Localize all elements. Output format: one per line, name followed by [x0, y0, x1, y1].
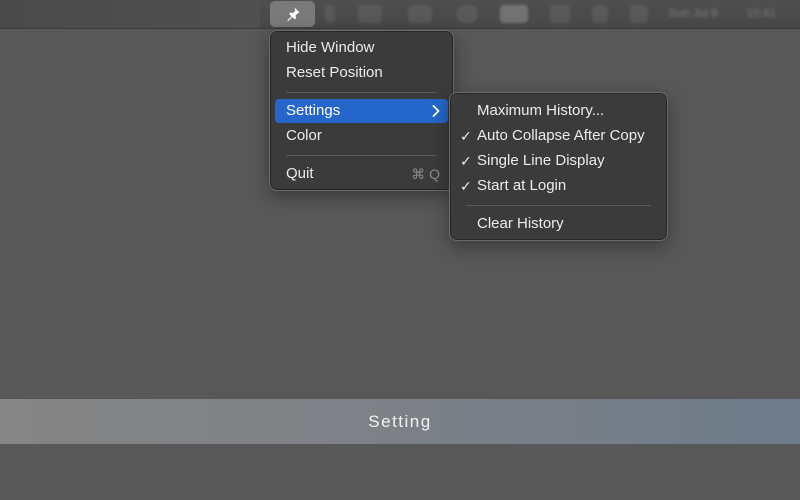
menu-item-hide-window[interactable]: Hide Window [275, 36, 448, 60]
menu-bar-app-area [0, 0, 260, 28]
submenu-item-single-line-display[interactable]: ✓ Single Line Display [455, 149, 662, 173]
status-dropdown-menu: Hide Window Reset Position Settings Colo… [269, 30, 454, 191]
display-icon[interactable] [500, 5, 528, 23]
submenu-item-clear-history[interactable]: Clear History [455, 212, 662, 236]
menu-separator [466, 205, 651, 206]
menu-item-quit[interactable]: Quit ⌘ Q [275, 162, 448, 186]
menu-item-label: Settings [286, 102, 341, 119]
submenu-item-label: Single Line Display [477, 152, 605, 169]
menu-bar: Sun Jul 8 10:41 [0, 0, 800, 29]
lock-icon[interactable] [630, 5, 648, 23]
checkmark-icon: ✓ [460, 178, 472, 194]
menu-item-settings[interactable]: Settings [275, 99, 448, 123]
menu-separator [286, 155, 437, 156]
checkmark-icon: ✓ [460, 128, 472, 144]
volume-icon[interactable] [358, 5, 382, 23]
submenu-item-start-at-login[interactable]: ✓ Start at Login [455, 174, 662, 198]
circle-icon[interactable] [456, 5, 478, 23]
pushpin-icon [286, 7, 299, 22]
submenu-item-label: Clear History [477, 215, 564, 232]
caption-banner: Setting [0, 399, 800, 444]
checkmark-icon: ✓ [460, 153, 472, 169]
menu-item-reset-position[interactable]: Reset Position [275, 61, 448, 85]
submenu-item-auto-collapse[interactable]: ✓ Auto Collapse After Copy [455, 124, 662, 148]
menu-item-label: Color [286, 127, 322, 144]
submenu-item-label: Auto Collapse After Copy [477, 127, 645, 144]
submenu-item-label: Start at Login [477, 177, 567, 194]
submenu-item-label: Maximum History... [477, 102, 605, 119]
chevron-right-icon [432, 99, 440, 123]
menu-bar-time: 10:41 [746, 6, 777, 20]
sound-icon[interactable] [325, 5, 335, 23]
menu-bar-date: Sun Jul 8 [668, 6, 719, 20]
menu-item-label: Quit [286, 165, 314, 182]
submenu-item-maximum-history[interactable]: Maximum History... [455, 99, 662, 123]
pin-status-button[interactable] [270, 1, 315, 27]
bluetooth-icon[interactable] [550, 5, 570, 23]
quit-shortcut: ⌘ Q [411, 166, 440, 182]
menu-item-label: Reset Position [286, 64, 383, 81]
menu-item-color[interactable]: Color [275, 124, 448, 148]
menu-item-label: Hide Window [286, 39, 375, 56]
window-icon[interactable] [408, 5, 432, 23]
search-icon[interactable] [592, 5, 608, 23]
menu-separator [286, 92, 437, 93]
settings-submenu: Maximum History... ✓ Auto Collapse After… [449, 92, 668, 241]
banner-text: Setting [368, 411, 432, 431]
